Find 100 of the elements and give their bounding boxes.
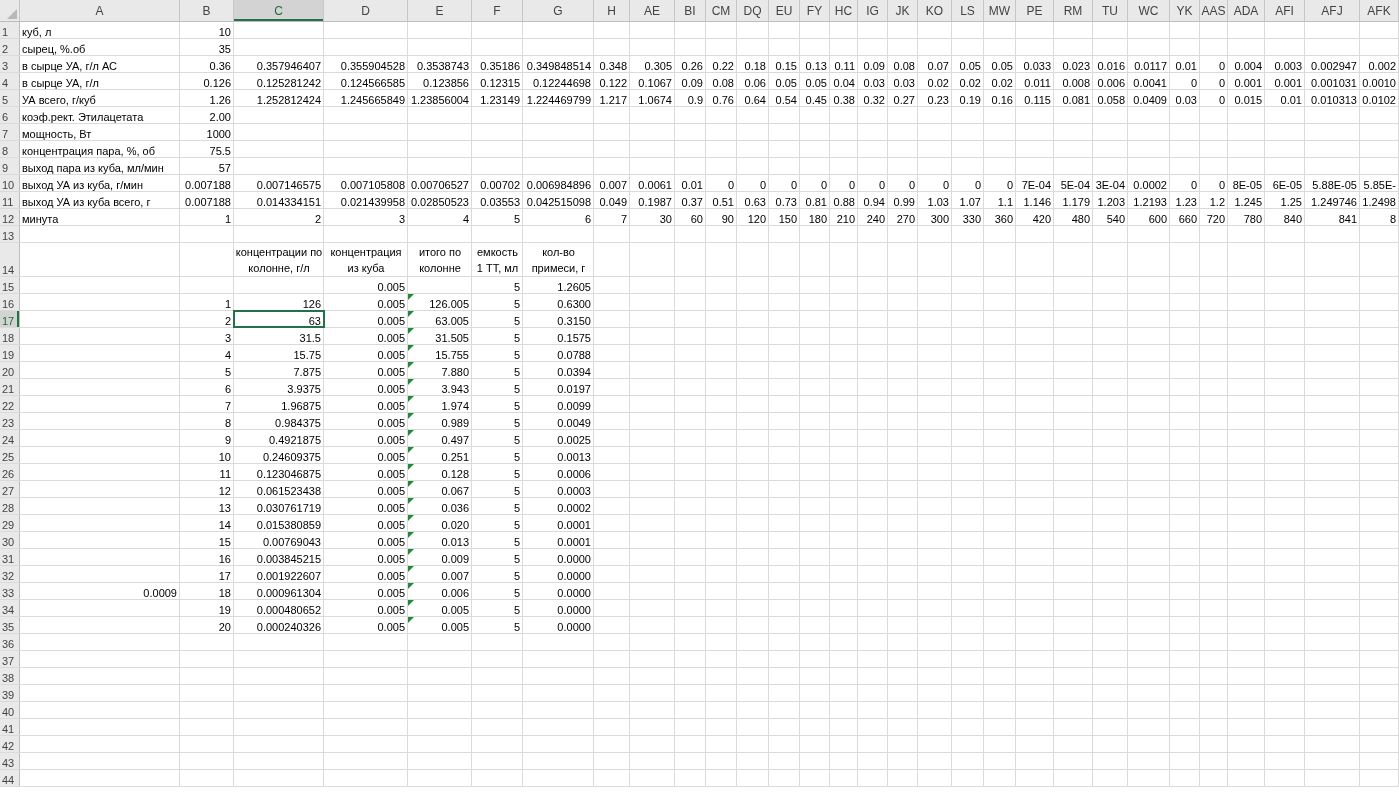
error-indicator-icon[interactable] bbox=[408, 481, 414, 487]
error-indicator-icon[interactable] bbox=[408, 464, 414, 470]
column-header[interactable]: JK bbox=[888, 0, 918, 21]
column-header[interactable]: AAS bbox=[1200, 0, 1228, 21]
column-header[interactable]: BI bbox=[675, 0, 706, 21]
row-header[interactable]: 15 bbox=[0, 277, 20, 293]
column-header[interactable]: AE bbox=[630, 0, 675, 21]
column-header[interactable]: B bbox=[180, 0, 234, 21]
row-header[interactable]: 33 bbox=[0, 583, 20, 599]
row-header[interactable]: 11 bbox=[0, 192, 20, 208]
row-header[interactable]: 23 bbox=[0, 413, 20, 429]
error-indicator-icon[interactable] bbox=[408, 532, 414, 538]
table-cell-text: 0.6300 bbox=[556, 297, 592, 310]
row-header[interactable]: 18 bbox=[0, 328, 20, 344]
column-header[interactable]: HC bbox=[830, 0, 858, 21]
error-indicator-icon[interactable] bbox=[408, 566, 414, 572]
column-header[interactable]: D bbox=[324, 0, 408, 21]
row-header[interactable]: 40 bbox=[0, 702, 20, 718]
column-header[interactable]: EU bbox=[769, 0, 800, 21]
row-header[interactable]: 1 bbox=[0, 22, 20, 38]
row-header[interactable]: 12 bbox=[0, 209, 20, 225]
table-cell-text: 13 bbox=[217, 501, 232, 514]
row-header[interactable]: 4 bbox=[0, 73, 20, 89]
column-header[interactable]: MW bbox=[984, 0, 1016, 21]
row-header[interactable]: 21 bbox=[0, 379, 20, 395]
column-header[interactable]: ADA bbox=[1228, 0, 1265, 21]
error-indicator-icon[interactable] bbox=[408, 600, 414, 606]
column-header[interactable]: PE bbox=[1016, 0, 1054, 21]
column-header[interactable]: CM bbox=[706, 0, 737, 21]
column-header[interactable]: IG bbox=[858, 0, 888, 21]
column-header[interactable]: WC bbox=[1128, 0, 1170, 21]
column-header[interactable]: AFI bbox=[1265, 0, 1305, 21]
error-indicator-icon[interactable] bbox=[408, 345, 414, 351]
row-header[interactable]: 39 bbox=[0, 685, 20, 701]
row-header[interactable]: 36 bbox=[0, 634, 20, 650]
row-header[interactable]: 3 bbox=[0, 56, 20, 72]
error-indicator-icon[interactable] bbox=[408, 413, 414, 419]
error-indicator-icon[interactable] bbox=[408, 583, 414, 589]
row-header[interactable]: 34 bbox=[0, 600, 20, 616]
column-header[interactable]: TU bbox=[1093, 0, 1128, 21]
row-header[interactable]: 32 bbox=[0, 566, 20, 582]
error-indicator-icon[interactable] bbox=[408, 549, 414, 555]
row-header[interactable]: 31 bbox=[0, 549, 20, 565]
column-header[interactable]: AFJ bbox=[1305, 0, 1360, 21]
row-header[interactable]: 6 bbox=[0, 107, 20, 123]
row-header[interactable]: 17 bbox=[0, 311, 20, 327]
row-header[interactable]: 30 bbox=[0, 532, 20, 548]
row-header[interactable]: 10 bbox=[0, 175, 20, 191]
row-header[interactable]: 27 bbox=[0, 481, 20, 497]
row-header[interactable]: 19 bbox=[0, 345, 20, 361]
row-header[interactable]: 43 bbox=[0, 753, 20, 769]
row-header[interactable]: 35 bbox=[0, 617, 20, 633]
row-header[interactable]: 42 bbox=[0, 736, 20, 752]
row-header[interactable]: 44 bbox=[0, 770, 20, 786]
row-header[interactable]: 16 bbox=[0, 294, 20, 310]
column-header[interactable]: H bbox=[594, 0, 630, 21]
row-header[interactable]: 7 bbox=[0, 124, 20, 140]
error-indicator-icon[interactable] bbox=[408, 379, 414, 385]
row-header[interactable]: 20 bbox=[0, 362, 20, 378]
column-header[interactable]: YK bbox=[1170, 0, 1200, 21]
row-header[interactable]: 38 bbox=[0, 668, 20, 684]
column-header[interactable]: DQ bbox=[737, 0, 769, 21]
column-header[interactable]: AFK bbox=[1360, 0, 1399, 21]
row-header[interactable]: 37 bbox=[0, 651, 20, 667]
column-header[interactable]: F bbox=[472, 0, 523, 21]
row-header[interactable]: 2 bbox=[0, 39, 20, 55]
error-indicator-icon[interactable] bbox=[408, 498, 414, 504]
column-header[interactable]: C bbox=[234, 0, 324, 21]
row-header[interactable]: 9 bbox=[0, 158, 20, 174]
row-header[interactable]: 41 bbox=[0, 719, 20, 735]
column-header[interactable]: G bbox=[523, 0, 594, 21]
column-header[interactable]: RM bbox=[1054, 0, 1093, 21]
row-header[interactable]: 14 bbox=[0, 243, 20, 276]
column-header[interactable]: E bbox=[408, 0, 472, 21]
error-indicator-icon[interactable] bbox=[408, 328, 414, 334]
error-indicator-icon[interactable] bbox=[408, 515, 414, 521]
row-header[interactable]: 24 bbox=[0, 430, 20, 446]
error-indicator-icon[interactable] bbox=[408, 362, 414, 368]
error-indicator-icon[interactable] bbox=[408, 311, 414, 317]
table-cell-text: 1.03 bbox=[926, 195, 950, 208]
column-header[interactable]: FY bbox=[800, 0, 830, 21]
table-cell-text: концентрация из куба bbox=[329, 245, 403, 276]
error-indicator-icon[interactable] bbox=[408, 430, 414, 436]
error-indicator-icon[interactable] bbox=[408, 447, 414, 453]
row-header[interactable]: 26 bbox=[0, 464, 20, 480]
column-header[interactable]: KO bbox=[918, 0, 952, 21]
row-header[interactable]: 13 bbox=[0, 226, 20, 242]
row-header[interactable]: 25 bbox=[0, 447, 20, 463]
error-indicator-icon[interactable] bbox=[408, 617, 414, 623]
error-indicator-icon[interactable] bbox=[408, 294, 414, 300]
column-header[interactable]: A bbox=[20, 0, 180, 21]
row-header[interactable]: 29 bbox=[0, 515, 20, 531]
table-cell-text: мощность, Вт bbox=[21, 127, 93, 140]
row-header[interactable]: 5 bbox=[0, 90, 20, 106]
row-header[interactable]: 22 bbox=[0, 396, 20, 412]
row-header[interactable]: 8 bbox=[0, 141, 20, 157]
row-header[interactable]: 28 bbox=[0, 498, 20, 514]
column-header[interactable]: LS bbox=[952, 0, 984, 21]
error-indicator-icon[interactable] bbox=[408, 396, 414, 402]
table-cell-text: 0.05 bbox=[958, 59, 982, 72]
